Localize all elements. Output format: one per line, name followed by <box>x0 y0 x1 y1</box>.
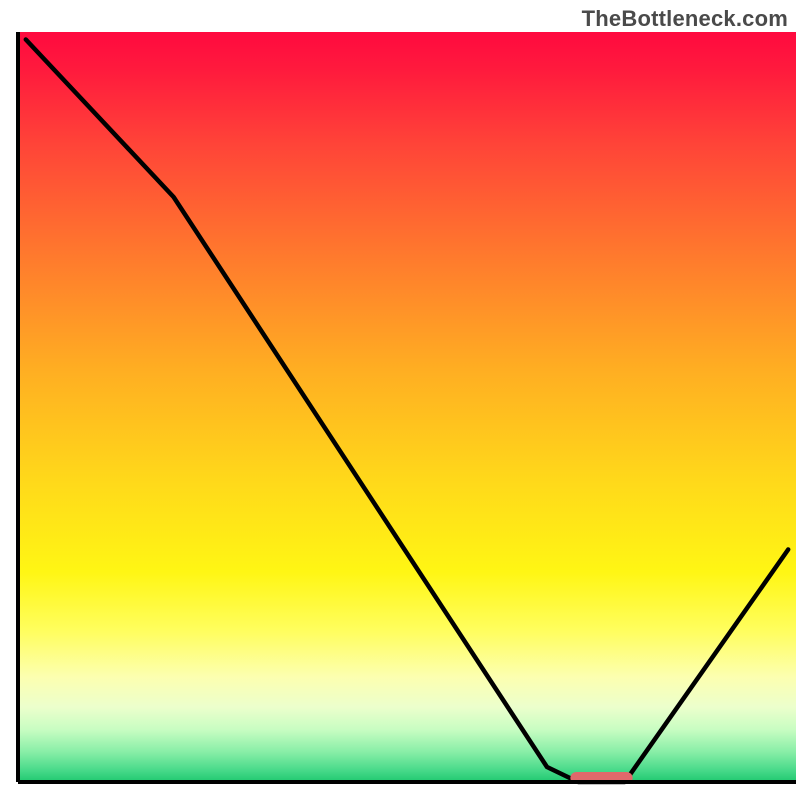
watermark-text: TheBottleneck.com <box>582 6 788 32</box>
bottleneck-chart: TheBottleneck.com <box>0 0 800 800</box>
plot-area <box>18 32 796 784</box>
plot-background <box>18 32 796 782</box>
chart-svg <box>0 0 800 800</box>
